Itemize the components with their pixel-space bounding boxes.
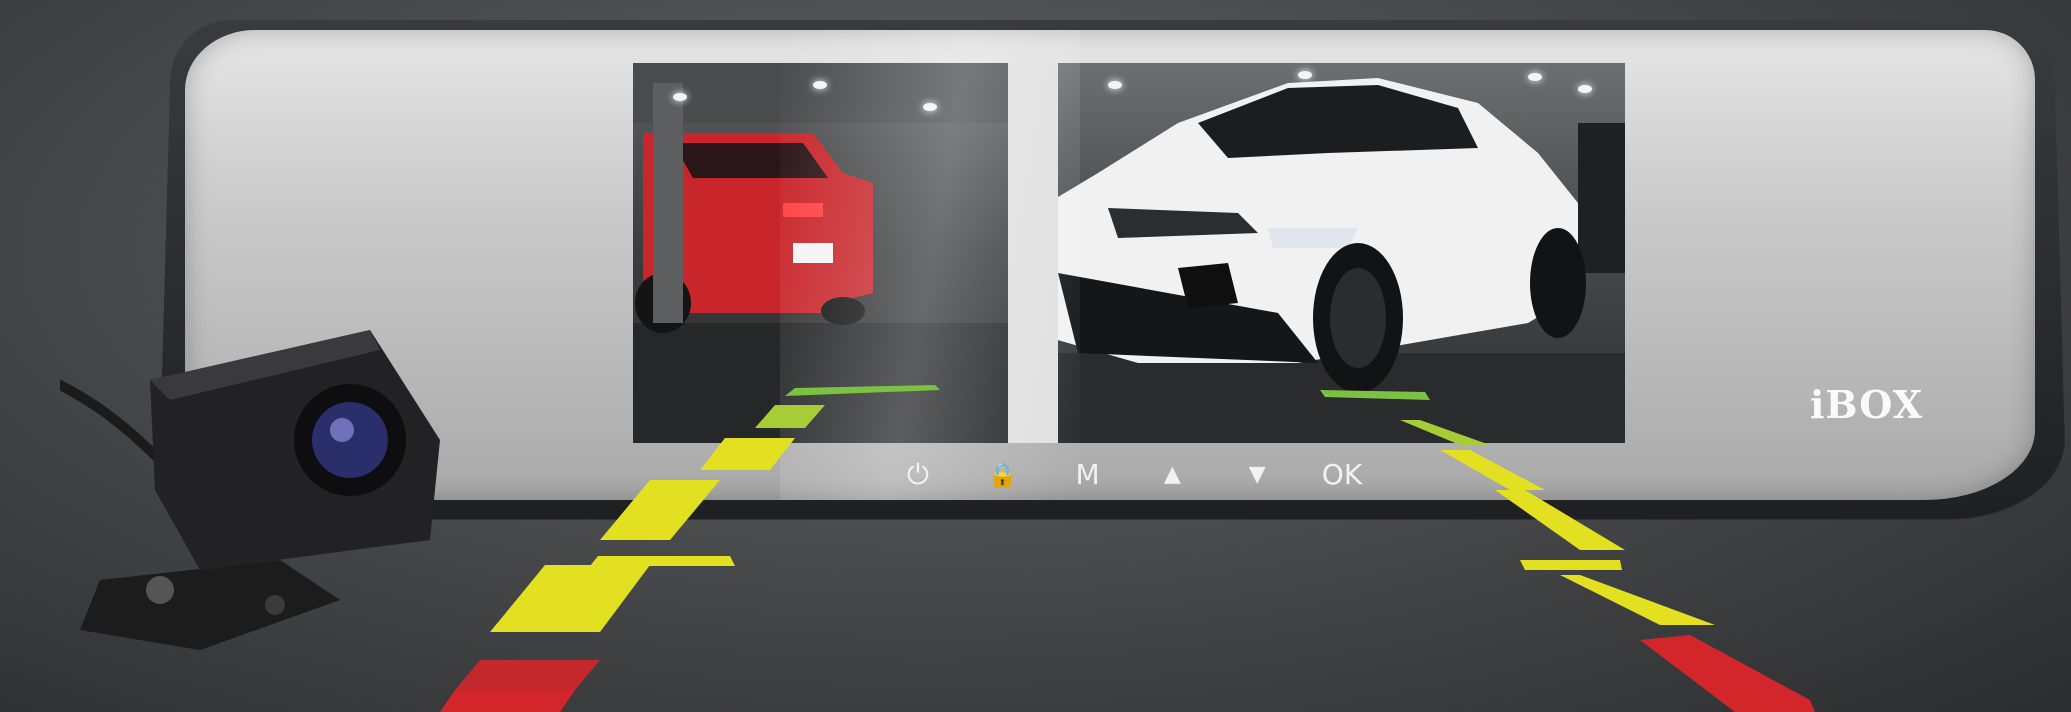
white-car-image — [998, 78, 1625, 443]
red-car-image — [633, 63, 1008, 443]
mirror-controls: ⏻ 🔒 M ▲ ▼ OK — [890, 455, 1370, 495]
guide-left-yellow-lower — [490, 565, 650, 632]
guide-left-red-bottom — [440, 690, 575, 712]
mirror-display — [633, 63, 1625, 443]
screen-divider — [1008, 63, 1058, 443]
lock-icon[interactable]: 🔒 — [975, 455, 1031, 495]
camera-lens-icon — [312, 402, 388, 478]
guide-right-yellow-tick — [1520, 560, 1622, 570]
rear-camera — [60, 330, 440, 650]
product-scene: ⏻ 🔒 M ▲ ▼ OK iBOX — [0, 0, 2071, 712]
guide-left-red — [455, 660, 600, 690]
front-camera-view — [998, 63, 1625, 443]
mount-screw-icon — [146, 576, 174, 604]
power-icon[interactable]: ⏻ — [890, 455, 946, 495]
ok-button[interactable]: OK — [1314, 455, 1370, 495]
guide-left-yellow-tick — [590, 556, 735, 566]
triangle-up-icon[interactable]: ▲ — [1144, 455, 1200, 495]
camera-mount-bracket — [80, 560, 340, 650]
brand-logo: iBOX — [1810, 382, 1924, 427]
triangle-down-icon[interactable]: ▼ — [1229, 455, 1285, 495]
guide-right-yellow-lower — [1560, 575, 1715, 625]
guide-right-red — [1640, 635, 1815, 712]
menu-button[interactable]: M — [1060, 455, 1116, 495]
rear-camera-view — [633, 63, 1008, 443]
